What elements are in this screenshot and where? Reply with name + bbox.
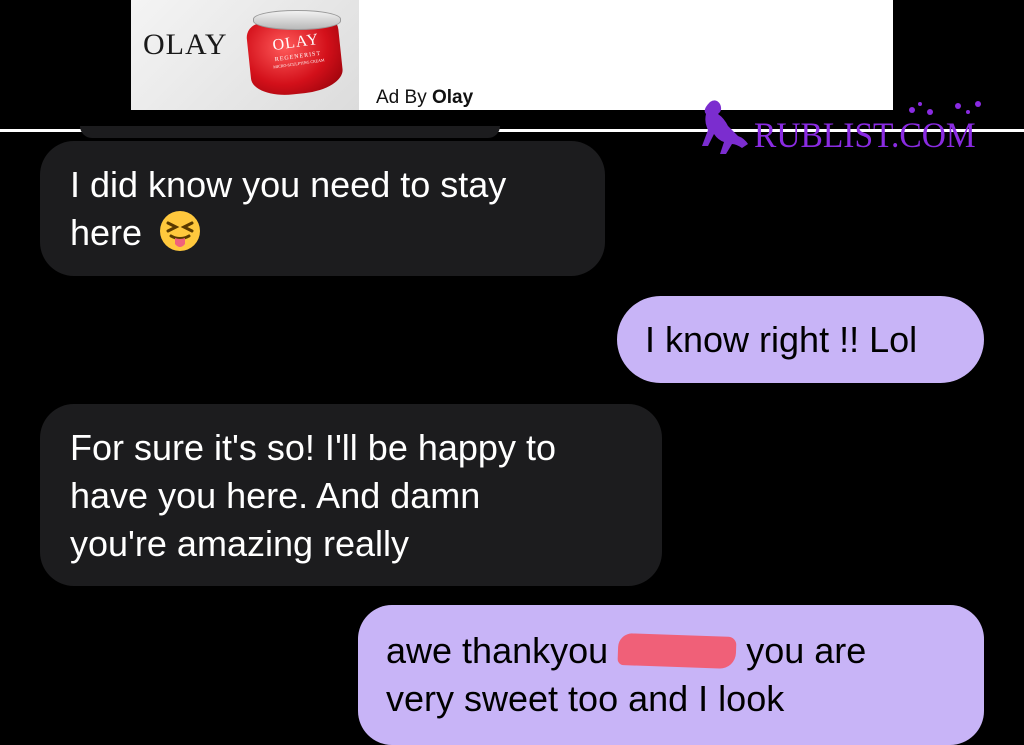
message-text-line: I know right !! Lol — [645, 319, 918, 360]
message-text: you are — [746, 630, 867, 671]
message-text-line: very sweet too and I look — [386, 678, 785, 719]
ad-caption-brand: Olay — [431, 87, 474, 108]
ad-brand-logo: OLAY — [143, 28, 228, 61]
ad-banner[interactable]: OLAY OLAY REGENERIST MICRO-SCULPTING CRE… — [131, 0, 893, 110]
previous-message-bubble-edge — [80, 126, 500, 138]
watermark: RUBLIST.COM — [696, 98, 986, 158]
message-bubble-outgoing[interactable]: I know right !! Lol — [617, 296, 984, 383]
message-text-line: here — [70, 209, 605, 257]
message-text-line: have you here. And damn — [70, 475, 481, 516]
cream-jar-image: OLAY REGENERIST MICRO-SCULPTING CREAM — [245, 10, 345, 99]
message-text: awe thankyou — [386, 630, 609, 671]
message-text: here — [70, 212, 143, 253]
squinting-face-with-tongue-icon — [160, 211, 201, 251]
message-bubble-incoming[interactable]: I did know you need to stay here — [40, 141, 605, 276]
message-text-line: awe thankyou you are — [386, 627, 984, 675]
message-text-line: For sure it's so! I'll be happy to — [70, 427, 556, 468]
redaction-mark — [617, 632, 737, 670]
ad-caption-prefix: Ad By — [376, 87, 427, 108]
message-bubble-outgoing[interactable]: awe thankyou you are very sweet too and … — [358, 605, 984, 745]
jar-lid — [253, 10, 341, 30]
silhouette-icon — [702, 100, 748, 154]
ad-product-image[interactable]: OLAY OLAY REGENERIST MICRO-SCULPTING CRE… — [131, 0, 359, 110]
message-text-line: you're amazing really — [70, 523, 410, 564]
ad-caption[interactable]: Ad By Olay — [376, 87, 473, 109]
sparkle-icon — [909, 101, 981, 115]
message-text-line: I did know you need to stay — [70, 164, 507, 205]
message-bubble-incoming[interactable]: For sure it's so! I'll be happy to have … — [40, 404, 662, 586]
